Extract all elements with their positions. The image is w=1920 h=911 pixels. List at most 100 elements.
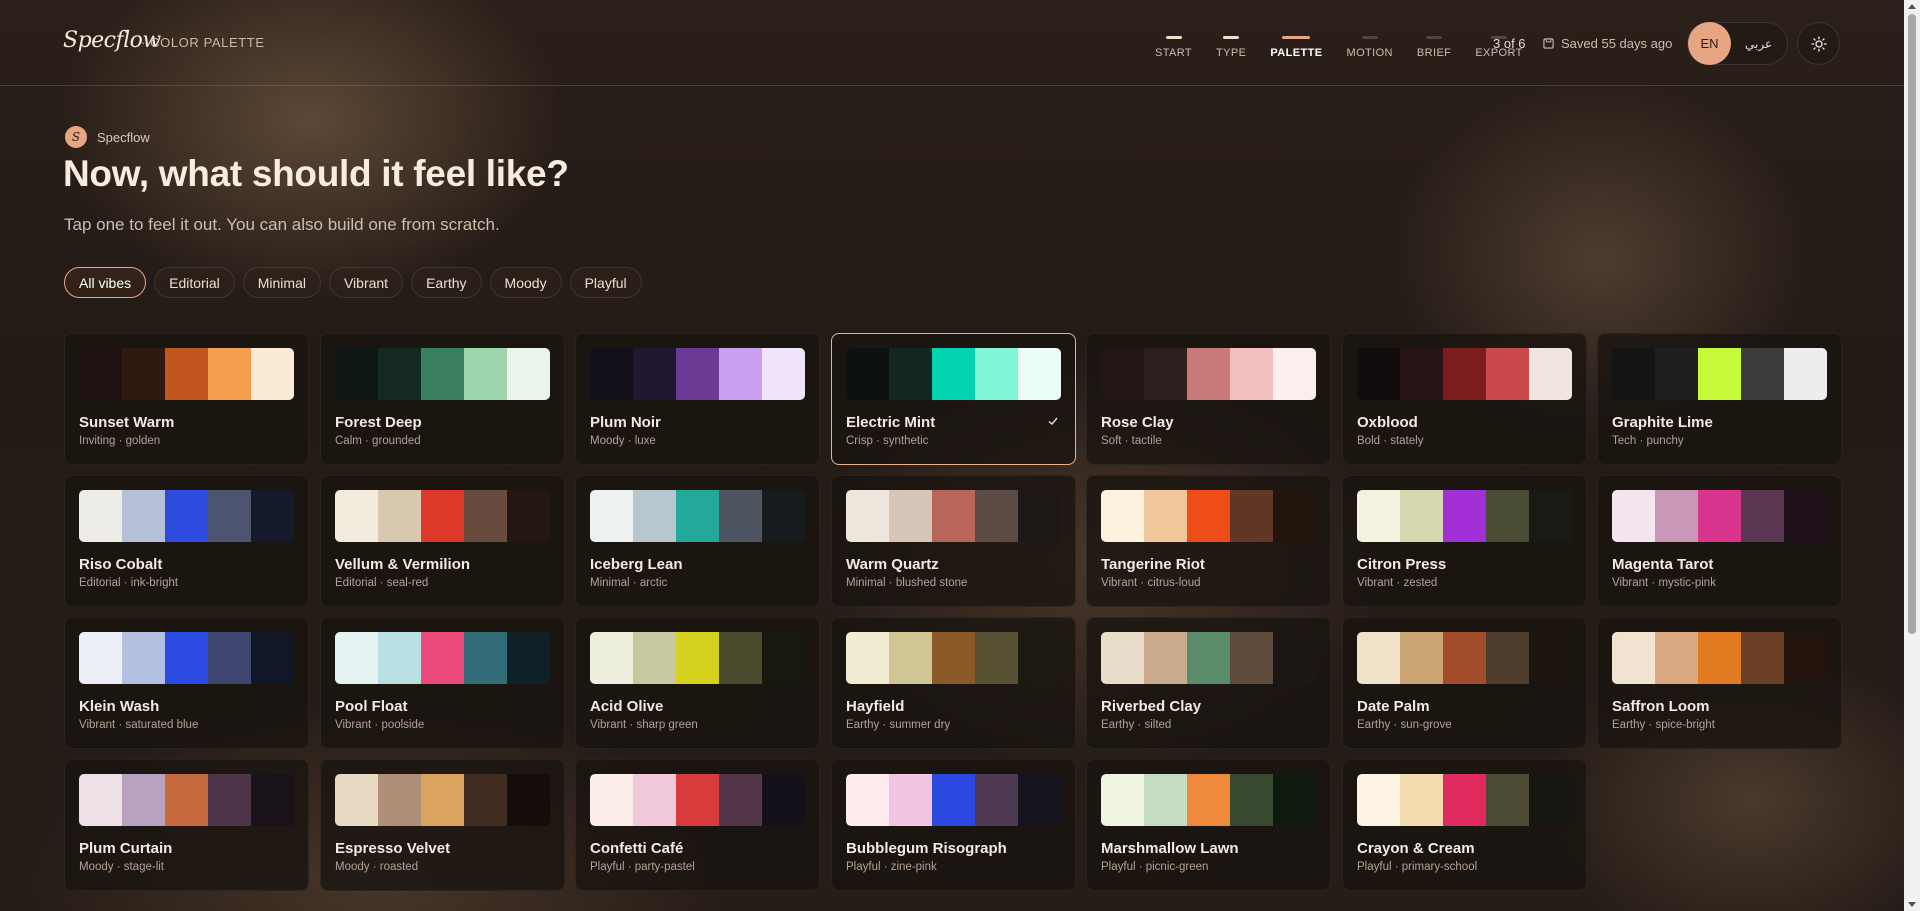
palette-swatches [1101,348,1316,400]
palette-swatches [79,774,294,826]
filter-chip-moody[interactable]: Moody [489,267,562,298]
palette-card[interactable]: Tangerine Riot Vibrant · citrus-loud [1086,475,1331,607]
color-swatch [1529,774,1572,826]
palette-card[interactable]: Hayfield Earthy · summer dry [831,617,1076,749]
palette-card[interactable]: Rose Clay Soft · tactile [1086,333,1331,465]
palette-card[interactable]: Crayon & Cream Playful · primary-school [1342,759,1587,891]
color-swatch [633,348,676,400]
step-palette[interactable]: PALETTE [1270,36,1322,59]
palette-name: Bubblegum Risograph [846,840,1007,857]
palette-card[interactable]: Riverbed Clay Earthy · silted [1086,617,1331,749]
palette-name: Pool Float [335,698,408,715]
scrollbar[interactable] [1904,0,1920,911]
palette-card[interactable]: Saffron Loom Earthy · spice-bright [1597,617,1842,749]
step-start[interactable]: START [1155,36,1192,59]
palette-swatches [1101,774,1316,826]
color-swatch [464,490,507,542]
sun-icon [1810,35,1827,52]
palette-name: Plum Noir [590,414,661,431]
color-swatch [762,774,805,826]
palette-card[interactable]: Graphite Lime Tech · punchy [1597,333,1842,465]
color-swatch [1741,348,1784,400]
palette-card[interactable]: Marshmallow Lawn Playful · picnic-green [1086,759,1331,891]
language-toggle[interactable]: EN عربي [1687,22,1788,65]
scrollbar-thumb[interactable] [1908,14,1916,634]
palette-card[interactable]: Sunset Warm Inviting · golden [64,333,309,465]
color-swatch [1784,490,1827,542]
color-swatch [762,632,805,684]
palette-name: Oxblood [1357,414,1418,431]
color-swatch [1655,490,1698,542]
palette-name: Riso Cobalt [79,556,163,573]
filter-chip-playful[interactable]: Playful [569,267,642,298]
palette-name: Forest Deep [335,414,422,431]
color-swatch [676,490,719,542]
palette-description: Vibrant · poolside [335,719,425,731]
color-swatch [1357,632,1400,684]
filter-chip-all-vibes[interactable]: All vibes [64,267,147,298]
palette-card[interactable]: Acid Olive Vibrant · sharp green [575,617,820,749]
palette-card[interactable]: Klein Wash Vibrant · saturated blue [64,617,309,749]
palette-swatches [1101,632,1316,684]
color-swatch [932,774,975,826]
lang-en-button[interactable]: EN [1688,22,1731,65]
step-brief[interactable]: BRIEF [1417,36,1451,59]
palette-card[interactable]: Plum Noir Moody · luxe [575,333,820,465]
palette-description: Vibrant · zested [1357,577,1438,589]
palette-card[interactable]: Pool Float Vibrant · poolside [320,617,565,749]
theme-toggle-button[interactable] [1797,22,1840,65]
filter-chip-earthy[interactable]: Earthy [411,267,482,298]
color-swatch [1230,490,1273,542]
palette-name: Confetti Café [590,840,684,857]
color-swatch [762,348,805,400]
color-swatch [1486,632,1529,684]
palette-card[interactable]: Plum Curtain Moody · stage-lit [64,759,309,891]
palette-card[interactable]: Iceberg Lean Minimal · arctic [575,475,820,607]
save-status-text: Saved 55 days ago [1561,36,1673,51]
palette-swatches [590,490,805,542]
palette-card[interactable]: Riso Cobalt Editorial · ink-bright [64,475,309,607]
top-bar: Specflow · COLOR PALETTE START TYPE PALE… [0,0,1904,86]
color-swatch [1655,632,1698,684]
palette-card[interactable]: Date Palm Earthy · sun-grove [1342,617,1587,749]
palette-description: Editorial · seal-red [335,577,429,589]
palette-description: Inviting · golden [79,435,161,447]
color-swatch [122,348,165,400]
palette-name: Citron Press [1357,556,1447,573]
step-type[interactable]: TYPE [1216,36,1246,59]
brand-avatar: S [65,126,87,148]
lang-ar-button[interactable]: عربي [1745,37,1772,51]
color-swatch [122,774,165,826]
color-swatch [1187,632,1230,684]
scroll-down-arrow[interactable] [1908,902,1916,907]
filter-chip-minimal[interactable]: Minimal [242,267,321,298]
palette-description: Vibrant · mystic-pink [1612,577,1716,589]
color-swatch [762,490,805,542]
palette-card[interactable]: Forest Deep Calm · grounded [320,333,565,465]
palette-card[interactable]: Magenta Tarot Vibrant · mystic-pink [1597,475,1842,607]
filter-chip-editorial[interactable]: Editorial [154,267,235,298]
color-swatch [378,490,421,542]
palette-name: Marshmallow Lawn [1101,840,1239,857]
palette-description: Playful · party-pastel [590,861,695,873]
color-swatch [590,348,633,400]
color-swatch [335,632,378,684]
color-swatch [1486,348,1529,400]
filter-chip-vibrant[interactable]: Vibrant [328,267,404,298]
palette-card[interactable]: Confetti Café Playful · party-pastel [575,759,820,891]
palette-card[interactable]: Warm Quartz Minimal · blushed stone [831,475,1076,607]
palette-swatches [1612,632,1827,684]
palette-card[interactable]: Electric Mint Crisp · synthetic [831,333,1076,465]
step-motion[interactable]: MOTION [1347,36,1393,59]
palette-card[interactable]: Bubblegum Risograph Playful · zine-pink [831,759,1076,891]
palette-description: Earthy · sun-grove [1357,719,1452,731]
color-swatch [1230,632,1273,684]
palette-card[interactable]: Vellum & Vermilion Editorial · seal-red [320,475,565,607]
scroll-up-arrow[interactable] [1908,4,1916,9]
palette-name: Electric Mint [846,414,936,431]
palette-card[interactable]: Espresso Velvet Moody · roasted [320,759,565,891]
palette-swatches [79,348,294,400]
color-swatch [1273,490,1316,542]
palette-card[interactable]: Citron Press Vibrant · zested [1342,475,1587,607]
palette-card[interactable]: Oxblood Bold · stately [1342,333,1587,465]
